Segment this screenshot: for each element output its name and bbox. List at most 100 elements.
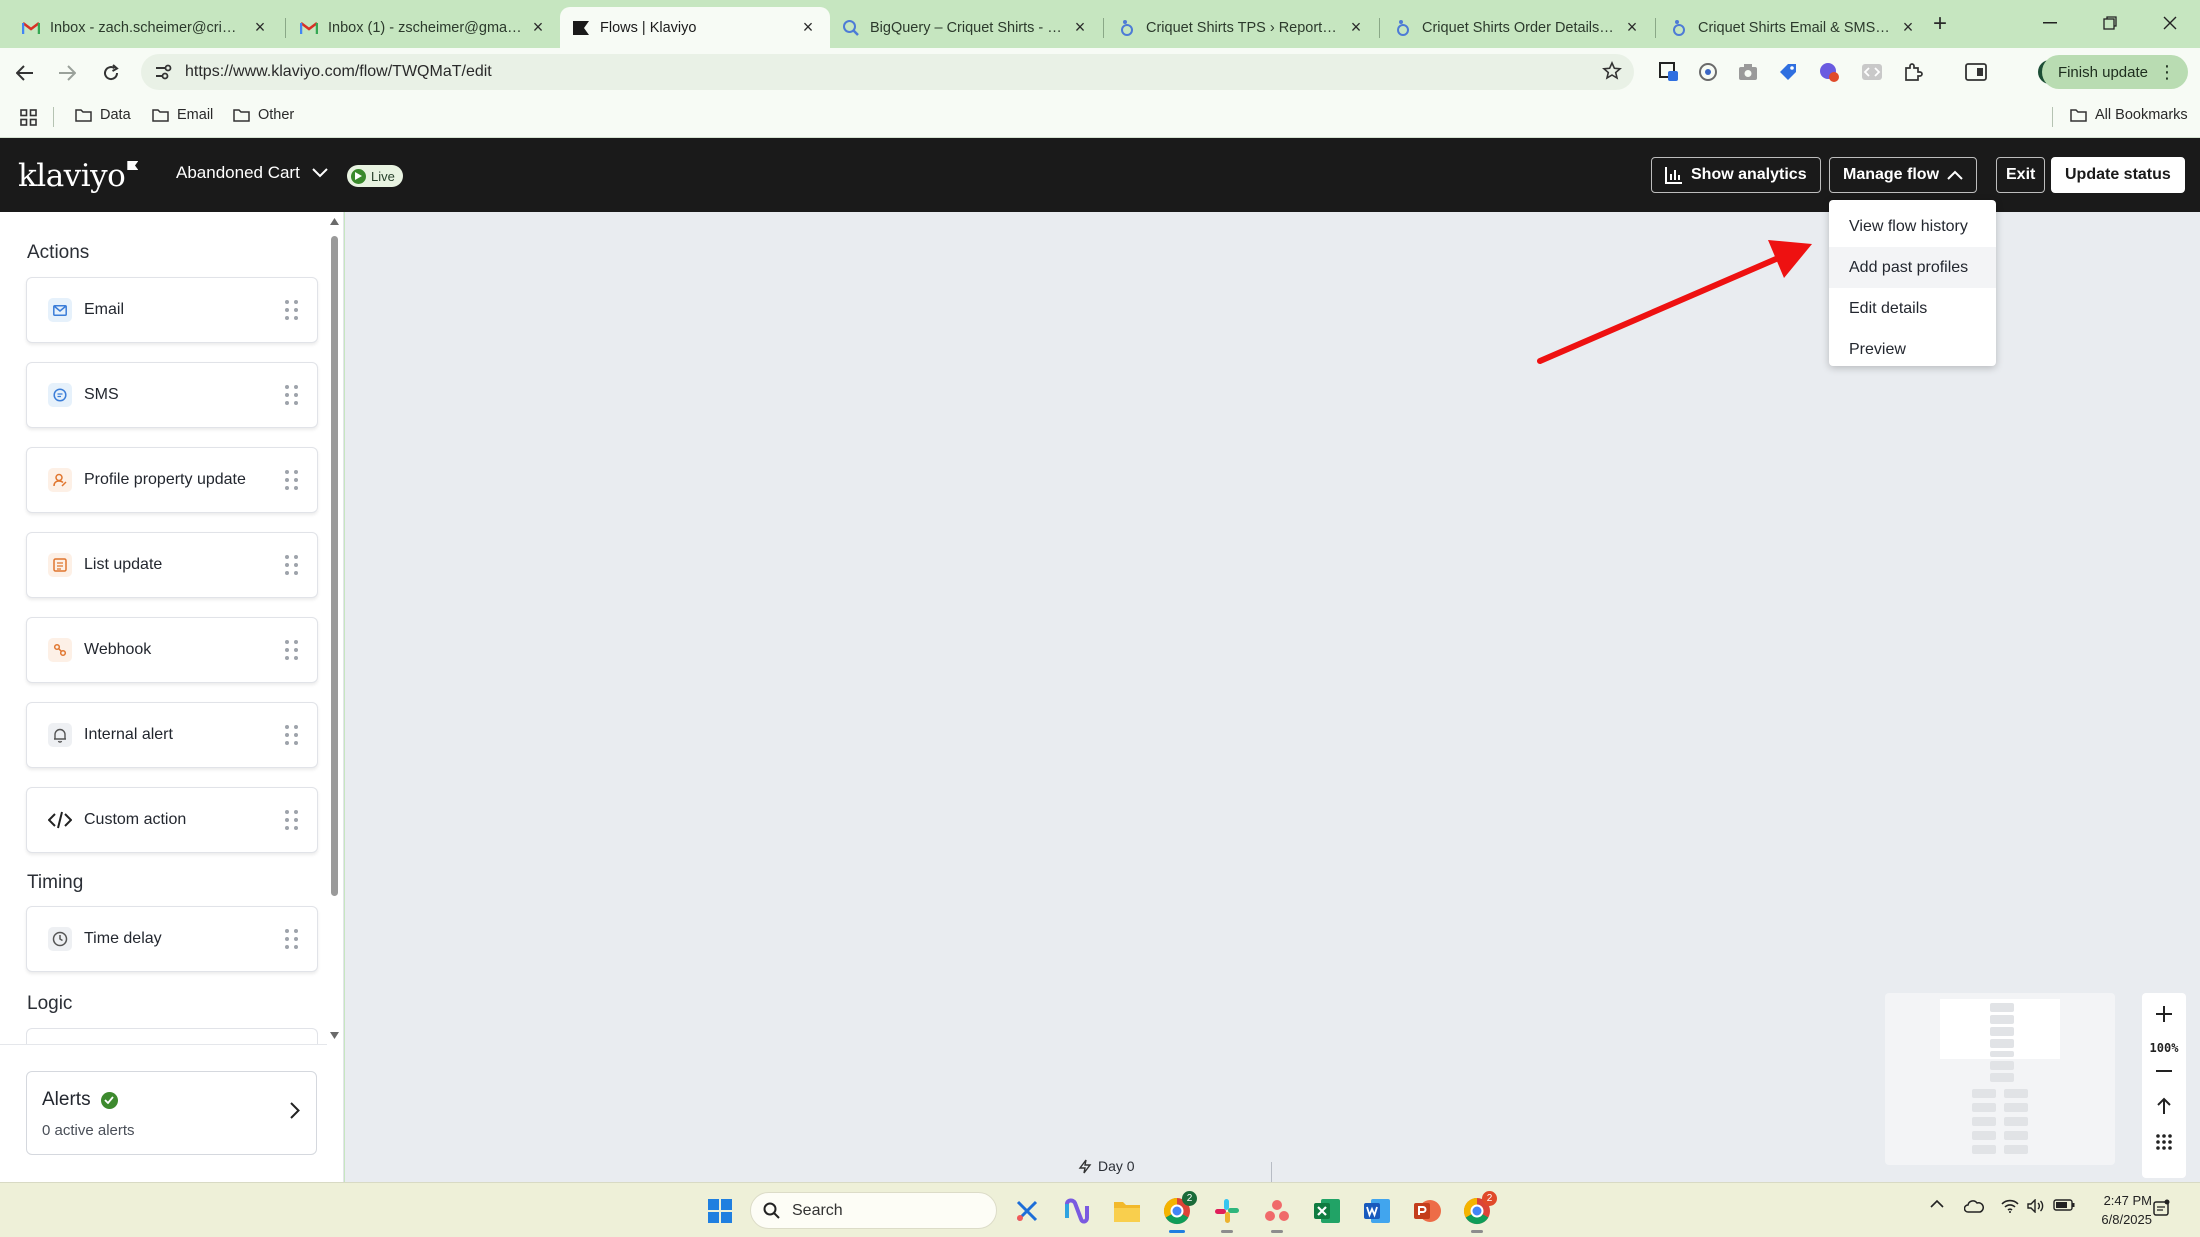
asana-icon[interactable] — [1261, 1195, 1293, 1233]
drag-handle-icon[interactable] — [285, 300, 299, 320]
minimap-viewport[interactable] — [1940, 999, 2060, 1059]
side-panel-icon[interactable] — [1964, 60, 1988, 84]
bookmark-folder-email[interactable]: Email — [152, 107, 213, 123]
extensions-puzzle-icon[interactable] — [1901, 60, 1925, 84]
windows-start-icon[interactable] — [704, 1195, 736, 1227]
menu-item-edit-details[interactable]: Edit details — [1829, 288, 1996, 329]
word-icon[interactable] — [1361, 1195, 1393, 1227]
close-icon[interactable]: × — [1070, 17, 1090, 38]
powerpoint-icon[interactable] — [1411, 1195, 1443, 1227]
drag-handle-icon[interactable] — [285, 470, 299, 490]
all-bookmarks[interactable]: All Bookmarks — [2070, 107, 2188, 123]
chrome-icon[interactable]: 2 — [1161, 1191, 1197, 1233]
scroll-to-top-icon[interactable] — [2142, 1097, 2186, 1115]
search-placeholder: Search — [792, 1201, 843, 1219]
timing-label: Time delay — [84, 930, 162, 947]
chevron-up-icon[interactable] — [1930, 1199, 1944, 1208]
apps-grid-icon[interactable] — [20, 109, 45, 126]
menu-item-add-past-profiles[interactable]: Add past profiles — [1829, 247, 1996, 288]
notifications-icon[interactable] — [2152, 1199, 2170, 1217]
reload-icon[interactable] — [96, 58, 126, 88]
drag-handle-icon[interactable] — [285, 929, 299, 949]
taskbar-search[interactable]: Search — [750, 1192, 997, 1229]
tab-klaviyo-flows[interactable]: Flows | Klaviyo × — [560, 7, 830, 48]
tab-title: Flows | Klaviyo — [600, 19, 697, 36]
canvas-minimap[interactable] — [1885, 993, 2115, 1165]
tab-looker-orders[interactable]: Criquet Shirts Order Details › H × — [1382, 7, 1654, 48]
update-status-button[interactable]: Update status — [2051, 157, 2185, 193]
address-bar[interactable]: https://www.klaviyo.com/flow/TWQMaT/edit — [141, 54, 1634, 90]
site-settings-icon[interactable] — [153, 62, 173, 82]
action-card-webhook[interactable]: Webhook — [26, 617, 318, 683]
klaviyo-logo[interactable]: klaviyo — [18, 158, 139, 194]
zoom-out-icon[interactable] — [2142, 1069, 2186, 1073]
new-tab-plus-icon[interactable]: + — [1925, 9, 1955, 39]
tab-looker-email-sms[interactable]: Criquet Shirts Email & SMS Rep × — [1658, 7, 1930, 48]
tab-looker-tps[interactable]: Criquet Shirts TPS › Report Dire × — [1106, 7, 1378, 48]
battery-icon[interactable] — [2053, 1199, 2075, 1211]
close-icon[interactable]: × — [1898, 17, 1918, 38]
close-window-icon[interactable] — [2140, 0, 2200, 46]
action-card-email[interactable]: Email — [26, 277, 318, 343]
close-icon[interactable]: × — [250, 17, 270, 38]
slack-icon[interactable] — [1211, 1195, 1243, 1233]
drag-handle-icon[interactable] — [285, 555, 299, 575]
tab-gmail-work[interactable]: Inbox - zach.scheimer@criquet × — [10, 7, 282, 48]
tab-gmail-personal[interactable]: Inbox (1) - zscheimer@gmail.co × — [288, 7, 560, 48]
bookmark-folder-other[interactable]: Other — [233, 107, 294, 123]
finish-update-label: Finish update — [2057, 63, 2148, 81]
minimize-icon[interactable] — [2020, 0, 2080, 46]
tab-bigquery[interactable]: BigQuery – Criquet Shirts - Ex... × — [830, 7, 1102, 48]
restore-icon[interactable] — [2080, 0, 2140, 46]
snipping-tool-icon[interactable] — [1011, 1195, 1043, 1227]
sms-icon — [48, 383, 72, 407]
extension-search-icon[interactable] — [1696, 60, 1720, 84]
timing-card-time-delay[interactable]: Time delay — [26, 906, 318, 972]
zoom-in-icon[interactable] — [2142, 1005, 2186, 1023]
play-icon — [351, 168, 366, 184]
close-icon[interactable]: × — [1346, 17, 1366, 38]
menu-item-view-flow-history[interactable]: View flow history — [1829, 206, 1996, 247]
extension-copilot-icon[interactable] — [1817, 60, 1841, 84]
manage-flow-button[interactable]: Manage flow — [1829, 157, 1978, 193]
close-icon[interactable]: × — [528, 17, 548, 38]
action-card-internal-alert[interactable]: Internal alert — [26, 702, 318, 768]
excel-icon[interactable] — [1311, 1195, 1343, 1227]
exit-button[interactable]: Exit — [1996, 157, 2046, 193]
extension-camera-icon[interactable] — [1736, 60, 1760, 84]
sidebar-scrollbar[interactable] — [327, 216, 341, 1046]
extension-tag-icon[interactable] — [1776, 60, 1800, 84]
back-arrow-icon[interactable] — [10, 58, 40, 88]
alerts-card[interactable]: Alerts 0 active alerts — [26, 1071, 317, 1155]
show-analytics-button[interactable]: Show analytics — [1651, 157, 1821, 193]
bookmark-star-icon[interactable] — [1602, 61, 1622, 81]
extension-windows-icon[interactable] — [1657, 60, 1681, 84]
close-icon[interactable]: × — [798, 17, 818, 38]
menu-item-preview[interactable]: Preview — [1829, 329, 1996, 370]
action-card-sms[interactable]: SMS — [26, 362, 318, 428]
drag-handle-icon[interactable] — [285, 640, 299, 660]
system-clock[interactable]: 2:47 PM 6/8/2025 — [2101, 1191, 2152, 1229]
grid-dots-icon[interactable] — [2142, 1133, 2186, 1151]
file-explorer-icon[interactable] — [1111, 1195, 1143, 1227]
action-card-profile-property-update[interactable]: Profile property update — [26, 447, 318, 513]
drag-handle-icon[interactable] — [285, 810, 299, 830]
extension-code-icon[interactable] — [1860, 60, 1884, 84]
scroll-thumb[interactable] — [331, 236, 338, 896]
finish-update-button[interactable]: Finish update ⋮ — [2041, 55, 2188, 89]
onedrive-cloud-icon[interactable] — [1964, 1199, 1984, 1213]
drag-handle-icon[interactable] — [285, 725, 299, 745]
action-card-list-update[interactable]: List update — [26, 532, 318, 598]
flow-name-dropdown[interactable]: Abandoned Cart — [176, 163, 328, 183]
forward-arrow-icon[interactable] — [52, 58, 82, 88]
drag-handle-icon[interactable] — [285, 385, 299, 405]
copilot-icon[interactable] — [1061, 1195, 1093, 1227]
action-card-custom-action[interactable]: Custom action — [26, 787, 318, 853]
chrome-profile-icon[interactable]: 2 — [1461, 1191, 1497, 1233]
bookmark-divider — [53, 107, 54, 127]
close-icon[interactable]: × — [1622, 17, 1642, 38]
wifi-icon[interactable] — [2001, 1199, 2019, 1213]
volume-icon[interactable] — [2027, 1199, 2045, 1213]
bookmark-folder-data[interactable]: Data — [75, 107, 131, 123]
minimap-node — [1990, 1027, 2014, 1036]
